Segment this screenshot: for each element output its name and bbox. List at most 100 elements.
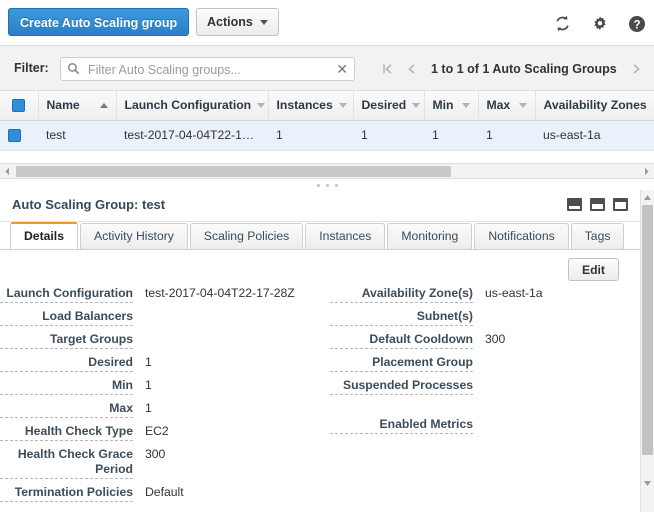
toolbar-icon-group: ? <box>553 14 646 33</box>
sort-none-icon <box>257 102 266 108</box>
filter-input-wrapper: ✕ <box>60 57 355 82</box>
field-value: us-east-1a <box>485 286 543 300</box>
scroll-left-icon[interactable] <box>0 164 15 179</box>
edit-button[interactable]: Edit <box>567 258 619 281</box>
first-page-button[interactable] <box>375 58 399 80</box>
cell-name: test <box>38 120 116 151</box>
column-header-availability-zones[interactable]: Availability Zones <box>535 91 654 121</box>
field-value: test-2017-04-04T22-17-28Z <box>145 286 295 300</box>
column-header-instances-label: Instances <box>276 98 333 113</box>
cell-availability-zones: us-east-1a <box>535 120 654 151</box>
field-label[interactable]: Termination Policies <box>0 485 133 502</box>
panel-layout-icon-group <box>567 198 628 211</box>
field-value: 1 <box>145 378 152 392</box>
cell-instances: 1 <box>268 120 353 151</box>
vertical-scrollbar-thumb[interactable] <box>642 205 653 455</box>
tab-tags[interactable]: Tags <box>570 223 625 249</box>
top-toolbar: Create Auto Scaling group Actions ? <box>0 0 654 45</box>
table-row[interactable]: test test-2017-04-04T22-17… 1 1 1 1 us-e… <box>0 120 654 151</box>
field-desired: Desired 1 <box>0 355 330 372</box>
horizontal-scrollbar[interactable] <box>0 163 654 179</box>
pagination: 1 to 1 of 1 Auto Scaling Groups <box>375 58 649 80</box>
details-left-column: Launch Configuration test-2017-04-04T22-… <box>0 286 330 508</box>
tab-instances[interactable]: Instances <box>305 223 386 249</box>
details-right-column: Availability Zone(s) us-east-1a Subnet(s… <box>330 286 630 440</box>
splitter-dot <box>325 183 329 187</box>
field-label[interactable]: Default Cooldown <box>330 332 473 349</box>
field-label[interactable]: Placement Group <box>330 355 473 372</box>
field-max: Max 1 <box>0 401 330 418</box>
field-enabled-metrics: Enabled Metrics <box>330 417 630 434</box>
previous-page-button[interactable] <box>399 58 423 80</box>
column-header-max-label: Max <box>486 98 511 113</box>
field-label[interactable]: Load Balancers <box>0 309 133 326</box>
field-default-cooldown: Default Cooldown 300 <box>330 332 630 349</box>
field-termination-policies: Termination Policies Default <box>0 485 330 502</box>
column-header-max[interactable]: Max <box>478 91 536 121</box>
table-header-row: Name Launch Configuration Instances Desi… <box>0 91 654 121</box>
select-all-checkbox[interactable] <box>12 99 25 113</box>
scroll-right-icon[interactable] <box>639 164 654 179</box>
field-label[interactable]: Health Check Type <box>0 424 133 441</box>
field-label[interactable]: Max <box>0 401 133 418</box>
column-header-name-label: Name <box>46 98 80 113</box>
field-value: 1 <box>145 355 152 369</box>
sort-none-icon <box>338 102 347 108</box>
field-label[interactable]: Min <box>0 378 133 395</box>
splitter-dot <box>316 183 320 187</box>
horizontal-scrollbar-thumb[interactable] <box>16 166 451 177</box>
tab-scaling-policies[interactable]: Scaling Policies <box>189 223 304 249</box>
filter-label: Filter: <box>14 61 49 75</box>
auto-scaling-console: Create Auto Scaling group Actions ? Filt… <box>0 0 654 512</box>
column-header-name[interactable]: Name <box>38 91 117 121</box>
tab-monitoring[interactable]: Monitoring <box>387 223 473 249</box>
field-suspended-processes: Suspended Processes <box>330 378 630 395</box>
splitter-dot <box>334 183 338 187</box>
actions-button[interactable]: Actions <box>196 8 279 36</box>
scroll-up-icon[interactable] <box>641 190 654 204</box>
create-auto-scaling-group-button[interactable]: Create Auto Scaling group <box>8 8 190 36</box>
tab-notifications[interactable]: Notifications <box>474 223 569 249</box>
cell-max: 1 <box>478 120 535 151</box>
row-checkbox[interactable] <box>8 129 21 143</box>
panel-splitter-handle[interactable] <box>0 180 654 190</box>
tab-activity-history[interactable]: Activity History <box>79 223 188 249</box>
detail-tabs: Details Activity History Scaling Policie… <box>0 222 654 250</box>
field-label[interactable]: Launch Configuration <box>0 286 133 303</box>
field-subnets: Subnet(s) <box>330 309 630 326</box>
column-header-min[interactable]: Min <box>424 91 479 121</box>
field-value: EC2 <box>145 424 169 438</box>
select-all-header[interactable] <box>0 91 39 121</box>
field-label[interactable]: Subnet(s) <box>330 309 473 326</box>
scroll-down-icon[interactable] <box>641 476 654 490</box>
filter-bar: Filter: ✕ 1 to <box>0 45 654 91</box>
help-icon[interactable]: ? <box>628 15 646 33</box>
field-label[interactable]: Suspended Processes <box>330 378 473 395</box>
auto-scaling-groups-table: Name Launch Configuration Instances Desi… <box>0 91 654 163</box>
field-target-groups: Target Groups <box>0 332 330 349</box>
svg-text:?: ? <box>633 19 640 31</box>
sort-none-icon <box>518 102 527 108</box>
field-label[interactable]: Target Groups <box>0 332 133 349</box>
next-page-button[interactable] <box>625 58 649 80</box>
layout-large-panel-icon[interactable] <box>613 198 628 211</box>
column-header-instances[interactable]: Instances <box>268 91 354 121</box>
field-label[interactable]: Availability Zone(s) <box>330 286 473 303</box>
refresh-icon[interactable] <box>553 14 572 33</box>
column-header-desired[interactable]: Desired <box>353 91 425 121</box>
layout-medium-panel-icon[interactable] <box>590 198 605 211</box>
field-label[interactable]: Desired <box>0 355 133 372</box>
field-value: 300 <box>145 447 166 461</box>
sort-ascending-icon <box>99 102 108 108</box>
layout-small-panel-icon[interactable] <box>567 198 582 211</box>
field-label[interactable]: Enabled Metrics <box>330 417 473 434</box>
field-value: 1 <box>145 401 152 415</box>
gear-icon[interactable] <box>591 15 609 33</box>
vertical-scrollbar[interactable] <box>640 190 654 512</box>
search-input[interactable] <box>86 58 335 82</box>
row-select-cell[interactable] <box>0 120 38 151</box>
clear-filter-icon[interactable]: ✕ <box>336 61 348 77</box>
column-header-launch-configuration[interactable]: Launch Configuration <box>116 91 269 121</box>
field-label[interactable]: Health Check Grace Period <box>0 447 133 479</box>
tab-details[interactable]: Details <box>10 222 78 249</box>
